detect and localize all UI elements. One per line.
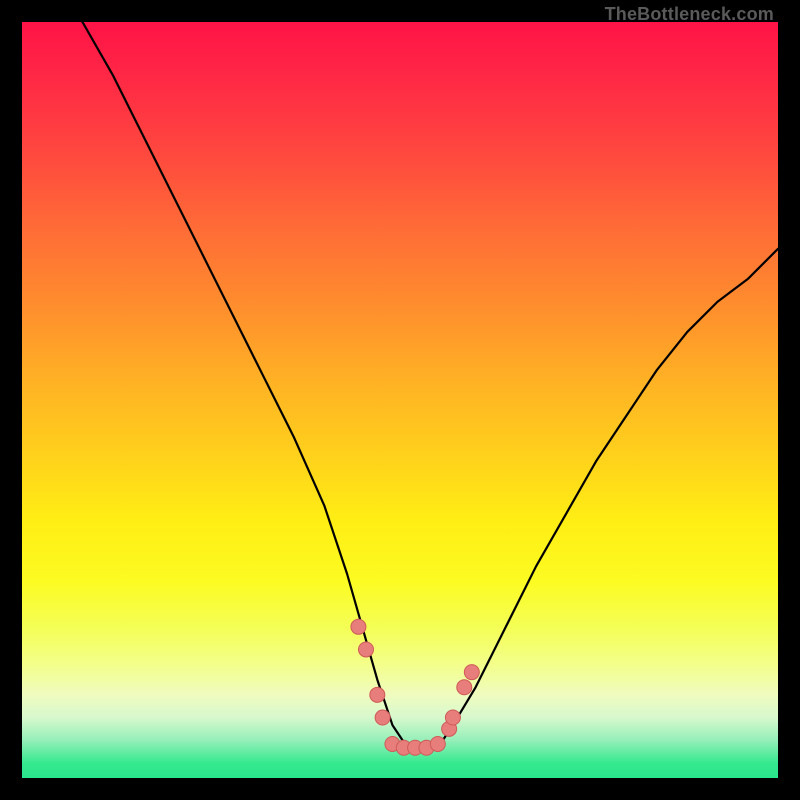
curve-markers [351,619,479,755]
chart-frame: TheBottleneck.com [0,0,800,800]
curve-marker [351,619,366,634]
curve-marker [457,680,472,695]
plot-area [22,22,778,778]
curve-marker [430,736,445,751]
bottleneck-curve-path [82,22,778,748]
attribution-text: TheBottleneck.com [605,4,774,25]
chart-svg [22,22,778,778]
curve-marker [464,665,479,680]
curve-marker [375,710,390,725]
curve-marker [445,710,460,725]
curve-marker [370,687,385,702]
curve-marker [358,642,373,657]
bottleneck-curve [82,22,778,748]
